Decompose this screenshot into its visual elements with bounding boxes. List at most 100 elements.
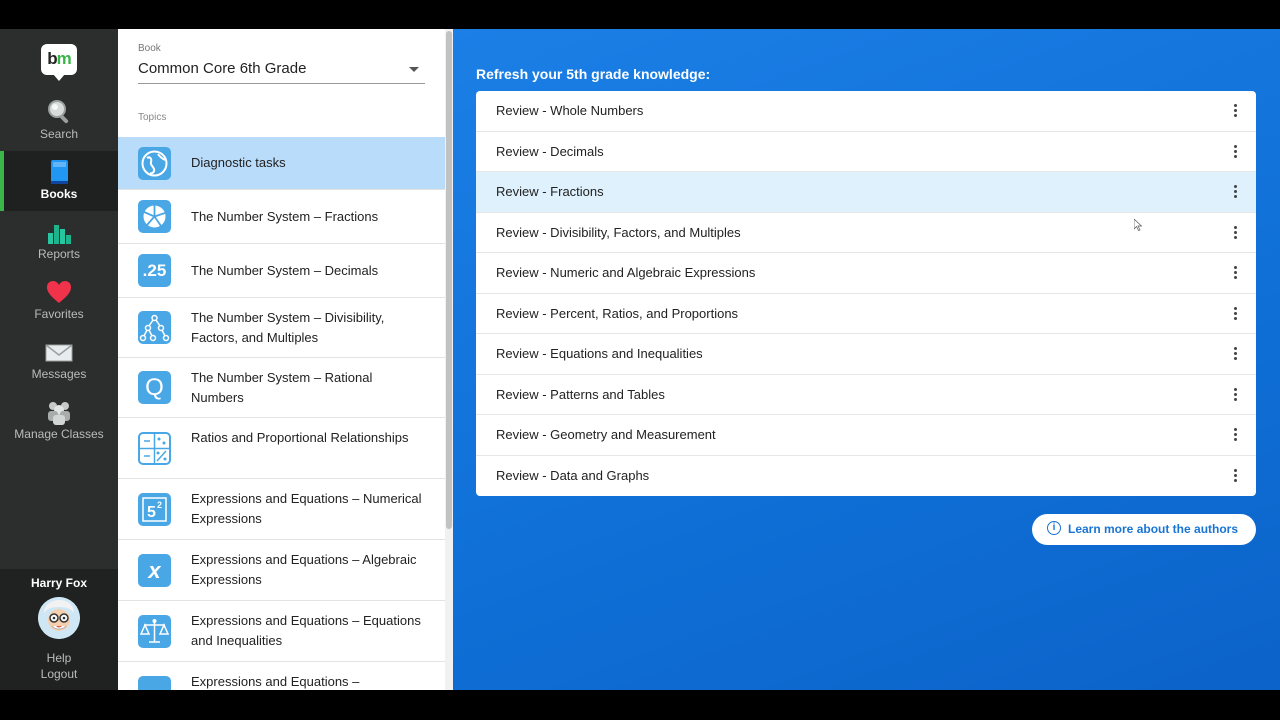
review-label: Review - Data and Graphs (496, 467, 650, 483)
heart-icon (0, 277, 118, 307)
search-icon (0, 97, 118, 127)
review-item-patterns[interactable]: Review - Patterns and Tables (476, 375, 1256, 415)
topic-item-diagnostic-tasks[interactable]: Diagnostic tasks (118, 137, 445, 190)
topic-item-expressions-equations[interactable]: Expressions and Equations – (118, 662, 445, 690)
topic-item-fractions[interactable]: The Number System – Fractions (118, 190, 445, 244)
review-item-fractions[interactable]: Review - Fractions (476, 172, 1256, 213)
topic-label: The Number System – Rational Numbers (191, 370, 373, 405)
review-item-whole-numbers[interactable]: Review - Whole Numbers (476, 91, 1256, 132)
ratio-icon (138, 432, 171, 465)
main-content: Refresh your 5th grade knowledge: Review… (453, 29, 1280, 690)
globe-icon (138, 147, 171, 180)
more-options-icon[interactable] (1234, 266, 1238, 281)
more-options-icon[interactable] (1234, 468, 1238, 484)
topic-label: Diagnostic tasks (191, 155, 286, 170)
nav-item-reports[interactable]: Reports (0, 211, 118, 271)
review-item-expressions[interactable]: Review - Numeric and Algebraic Expressio… (476, 253, 1256, 294)
decimal-icon: .25 (138, 254, 171, 287)
exponent-icon: 52 (138, 493, 171, 526)
book-select-label: Book (138, 43, 161, 54)
more-options-icon[interactable] (1234, 428, 1238, 443)
mouse-cursor-icon (1134, 219, 1142, 231)
topic-label: The Number System – Divisibility, Factor… (191, 310, 385, 345)
topic-label: Expressions and Equations – Equations an… (191, 613, 421, 648)
more-options-icon[interactable] (1234, 225, 1238, 241)
topic-label: Ratios and Proportional Relationships (191, 430, 409, 445)
more-options-icon[interactable] (1234, 387, 1238, 403)
help-link[interactable]: Help (0, 651, 118, 665)
panel-scrollbar-thumb[interactable] (446, 31, 452, 529)
nav-item-label: Reports (37, 247, 81, 261)
nav-item-favorites[interactable]: Favorites (0, 271, 118, 331)
info-icon: i (1047, 521, 1061, 535)
authors-button-label: Learn more about the authors (1068, 522, 1239, 536)
topics-section-label: Topics (138, 112, 167, 123)
more-options-icon[interactable] (1234, 185, 1238, 200)
more-options-icon[interactable] (1234, 306, 1238, 322)
nav-item-label: Search (39, 127, 79, 141)
learn-more-authors-button[interactable]: i Learn more about the authors (1032, 514, 1256, 545)
review-item-equations[interactable]: Review - Equations and Inequalities (476, 334, 1256, 375)
nav-item-books[interactable]: Books (0, 151, 118, 211)
topic-label: The Number System – Decimals (191, 263, 379, 278)
nav-rail: bm Search Books Reports Favorites Messag… (0, 29, 118, 690)
topic-label: Expressions and Equations – Numerical Ex… (191, 491, 422, 526)
topic-list: Diagnostic tasks The Number System – Fra… (118, 137, 445, 690)
user-name: Harry Fox (30, 576, 88, 590)
topic-item-decimals[interactable]: .25 The Number System – Decimals (118, 244, 445, 298)
balance-scale-icon (138, 615, 171, 648)
topic-label: Expressions and Equations – (191, 674, 360, 689)
graph-icon (138, 676, 171, 690)
topics-panel: Book Common Core 6th Grade Topics Diagno… (118, 29, 453, 690)
review-label: Review - Whole Numbers (496, 103, 644, 118)
nav-item-manage-classes[interactable]: Manage Classes (0, 391, 118, 451)
book-select-value: Common Core 6th Grade (138, 60, 307, 77)
book-select[interactable]: Common Core 6th Grade (138, 59, 425, 84)
review-item-percent-ratios[interactable]: Review - Percent, Ratios, and Proportion… (476, 294, 1256, 334)
section-title: Refresh your 5th grade knowledge: (476, 66, 711, 82)
nav-user-section: Harry Fox Help Logout (0, 569, 118, 690)
nav-item-label: Messages (31, 367, 87, 381)
topic-item-divisibility[interactable]: The Number System – Divisibility, Factor… (118, 298, 445, 358)
variable-x-icon: x (138, 554, 171, 587)
rational-q-icon: Q (138, 371, 171, 404)
nav-item-label: Books (40, 187, 78, 201)
review-list: Review - Whole Numbers Review - Decimals… (476, 91, 1256, 496)
topic-item-equations-inequalities[interactable]: Expressions and Equations – Equations an… (118, 601, 445, 662)
more-options-icon[interactable] (1234, 104, 1238, 119)
bar-chart-icon (0, 217, 118, 247)
review-label: Review - Decimals (496, 143, 604, 159)
classes-icon (0, 397, 118, 427)
topic-item-algebraic-expressions[interactable]: x Expressions and Equations – Algebraic … (118, 540, 445, 601)
review-label: Review - Numeric and Algebraic Expressio… (496, 265, 756, 280)
review-item-geometry[interactable]: Review - Geometry and Measurement (476, 415, 1256, 456)
svg-text:2: 2 (157, 500, 162, 510)
review-label: Review - Divisibility, Factors, and Mult… (496, 224, 741, 240)
svg-text:5: 5 (147, 504, 156, 521)
review-label: Review - Geometry and Measurement (496, 427, 716, 442)
review-label: Review - Equations and Inequalities (496, 346, 703, 361)
logout-link[interactable]: Logout (0, 667, 118, 681)
avatar[interactable] (38, 597, 80, 639)
app-window: bm Search Books Reports Favorites Messag… (0, 29, 1280, 690)
factor-tree-icon (138, 311, 171, 344)
pie-chart-icon (138, 200, 171, 233)
topic-item-ratios[interactable]: Ratios and Proportional Relationships (118, 418, 445, 479)
review-item-decimals[interactable]: Review - Decimals (476, 132, 1256, 172)
more-options-icon[interactable] (1234, 347, 1238, 362)
brand-logo[interactable]: bm (41, 44, 77, 81)
review-label: Review - Percent, Ratios, and Proportion… (496, 305, 739, 321)
review-label: Review - Fractions (496, 184, 604, 199)
topic-item-rational-numbers[interactable]: Q The Number System – Rational Numbers (118, 358, 445, 418)
nav-item-messages[interactable]: Messages (0, 331, 118, 391)
review-item-data-graphs[interactable]: Review - Data and Graphs (476, 456, 1256, 497)
nav-item-label: Favorites (34, 307, 84, 321)
topic-item-numerical-expressions[interactable]: 52 Expressions and Equations – Numerical… (118, 479, 445, 540)
nav-item-search[interactable]: Search (0, 91, 118, 151)
book-icon (0, 157, 118, 187)
topic-label: The Number System – Fractions (191, 209, 379, 224)
review-label: Review - Patterns and Tables (496, 386, 665, 402)
caret-down-icon (409, 67, 419, 72)
more-options-icon[interactable] (1234, 144, 1238, 160)
envelope-icon (0, 337, 118, 367)
